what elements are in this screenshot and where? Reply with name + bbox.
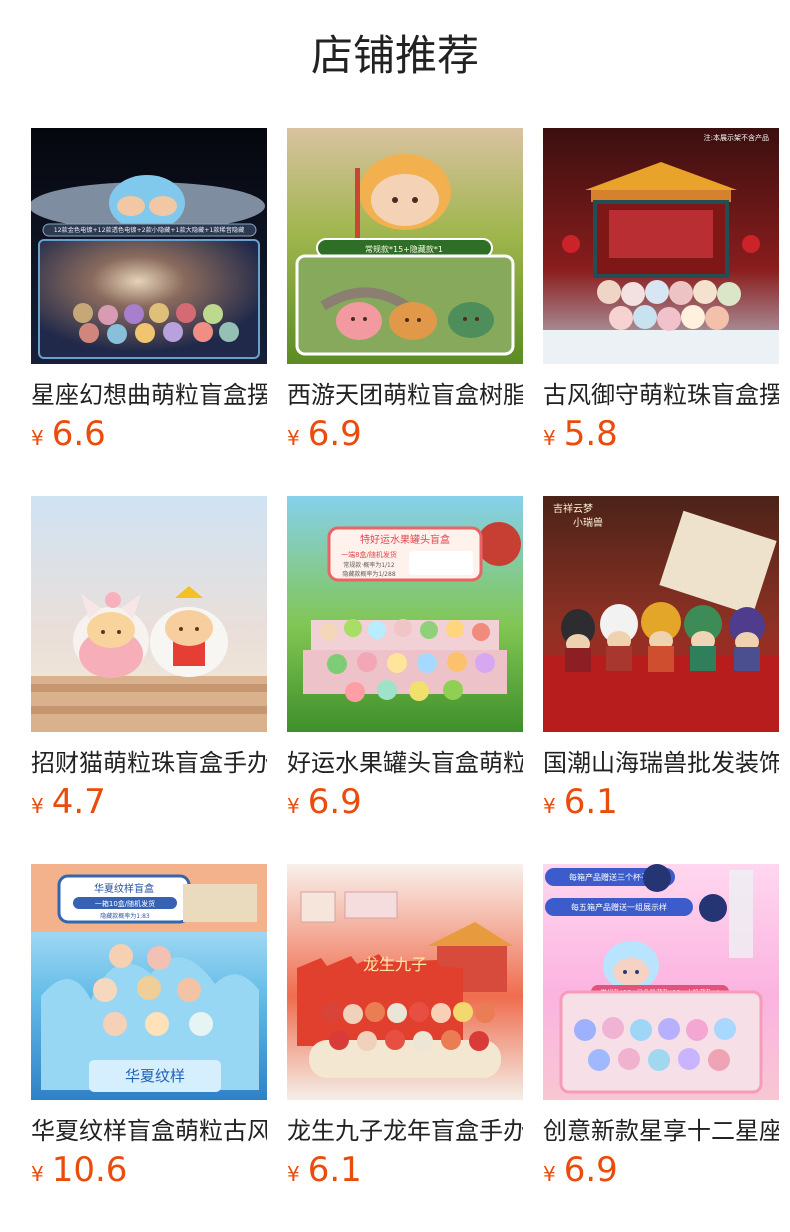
product-image-art	[31, 496, 267, 732]
product-image-caption: 华夏纹样	[125, 1067, 185, 1085]
product-price: 6.6	[51, 414, 106, 454]
price-row: ¥ 6.1	[543, 782, 779, 832]
currency-symbol: ¥	[543, 1162, 556, 1186]
product-name[interactable]: 西游天团萌粒盲盒树脂摆件	[287, 378, 523, 412]
product-name[interactable]: 龙生九子龙年盲盒手办摆件	[287, 1114, 523, 1148]
product-name[interactable]: 华夏纹样盲盒萌粒古风摆件	[31, 1114, 267, 1148]
product-image-caption: 吉祥云梦	[553, 502, 593, 515]
product-name[interactable]: 星座幻想曲萌粒盲盒摆件	[31, 378, 267, 412]
product-image-caption: 小瑞兽	[573, 516, 603, 529]
product-name[interactable]: 古风御守萌粒珠盲盒摆件	[543, 378, 779, 412]
product-card[interactable]: 每箱产品赠送三个杯子 每五箱产品赠送一组展示样 常规款*12+异色隐藏款*12+…	[543, 864, 779, 1232]
product-image[interactable]: 特好运水果罐头盲盒 一端8盒/随机发货 常规款·概率为1/12 隐藏款概率为1/…	[287, 496, 523, 732]
currency-symbol: ¥	[543, 426, 556, 450]
product-image-caption: 隐藏款概率为1/288	[342, 570, 395, 578]
product-card[interactable]: 华夏纹样盲盒 一箱10盒/随机发货 隐藏款概率为1:83 华夏纹样 华夏纹样盲盒…	[31, 864, 267, 1232]
currency-symbol: ¥	[31, 794, 44, 818]
product-image-art: 每箱产品赠送三个杯子 每五箱产品赠送一组展示样 常规款*12+异色隐藏款*12+…	[543, 864, 779, 1100]
price-row: ¥ 6.6	[31, 414, 267, 464]
product-image-art: 特好运水果罐头盲盒 一端8盒/随机发货 常规款·概率为1/12 隐藏款概率为1/…	[287, 496, 523, 732]
product-card[interactable]: 常规款*15+隐藏款*1 西游天团萌粒盲盒树脂摆件 ¥ 6.9	[287, 128, 523, 496]
product-image-art: 常规款*15+隐藏款*1	[287, 128, 523, 364]
product-image-caption: 常规款*15+隐藏款*1	[365, 244, 443, 254]
product-image-caption: 每五箱产品赠送一组展示样	[571, 902, 667, 912]
price-row: ¥ 6.9	[287, 414, 523, 464]
product-image-caption: 龙生九子	[363, 955, 427, 974]
product-image-caption: 一箱10盒/随机发货	[95, 899, 155, 908]
product-image-caption: 常规款·概率为1/12	[343, 561, 395, 569]
price-row: ¥ 6.9	[287, 782, 523, 832]
product-image[interactable]: 12款金色电镀+12款透色电镀+2款小隐藏+1款大隐藏+1款稀音隐藏	[31, 128, 267, 364]
currency-symbol: ¥	[31, 1162, 44, 1186]
currency-symbol: ¥	[543, 794, 556, 818]
product-image-caption: 特好运水果罐头盲盒	[360, 533, 450, 546]
product-card[interactable]: 吉祥云梦 小瑞兽 国潮山海瑞兽批发装饰 ¥ 6.1	[543, 496, 779, 864]
product-image[interactable]: 吉祥云梦 小瑞兽	[543, 496, 779, 732]
product-image[interactable]	[31, 496, 267, 732]
price-row: ¥ 5.8	[543, 414, 779, 464]
product-price: 6.1	[563, 782, 618, 822]
product-image-caption: 注:本展示架不含产品	[704, 133, 769, 142]
price-row: ¥ 4.7	[31, 782, 267, 832]
product-card[interactable]: 特好运水果罐头盲盒 一端8盒/随机发货 常规款·概率为1/12 隐藏款概率为1/…	[287, 496, 523, 864]
product-card[interactable]: 12款金色电镀+12款透色电镀+2款小隐藏+1款大隐藏+1款稀音隐藏 星座幻想曲…	[31, 128, 267, 496]
product-price: 6.9	[307, 782, 362, 822]
price-row: ¥ 6.1	[287, 1150, 523, 1200]
product-price: 6.1	[307, 1150, 362, 1190]
product-name[interactable]: 招财猫萌粒珠盲盒手办摆件	[31, 746, 267, 780]
currency-symbol: ¥	[287, 426, 300, 450]
product-price: 10.6	[51, 1150, 128, 1190]
currency-symbol: ¥	[287, 794, 300, 818]
product-image-art: 华夏纹样盲盒 一箱10盒/随机发货 隐藏款概率为1:83 华夏纹样	[31, 864, 267, 1100]
currency-symbol: ¥	[31, 426, 44, 450]
product-image[interactable]: 每箱产品赠送三个杯子 每五箱产品赠送一组展示样 常规款*12+异色隐藏款*12+…	[543, 864, 779, 1100]
product-image-art: 12款金色电镀+12款透色电镀+2款小隐藏+1款大隐藏+1款稀音隐藏	[31, 128, 267, 364]
product-image-caption: 华夏纹样盲盒	[94, 882, 154, 895]
product-name[interactable]: 创意新款星享十二星座盲盒	[543, 1114, 779, 1148]
product-image[interactable]: 华夏纹样盲盒 一箱10盒/随机发货 隐藏款概率为1:83 华夏纹样	[31, 864, 267, 1100]
product-grid: 12款金色电镀+12款透色电镀+2款小隐藏+1款大隐藏+1款稀音隐藏 星座幻想曲…	[31, 128, 779, 1232]
product-image-caption: 12款金色电镀+12款透色电镀+2款小隐藏+1款大隐藏+1款稀音隐藏	[54, 226, 245, 234]
product-image[interactable]: 龙生九子	[287, 864, 523, 1100]
price-row: ¥ 6.9	[543, 1150, 779, 1200]
product-name[interactable]: 好运水果罐头盲盒萌粒摆件	[287, 746, 523, 780]
product-price: 6.9	[307, 414, 362, 454]
product-image-art: 吉祥云梦 小瑞兽	[543, 496, 779, 732]
product-card[interactable]: 龙生九子 龙生九子龙年盲盒手办 ¥ 6.1	[287, 864, 523, 1232]
product-price: 5.8	[563, 414, 618, 454]
product-image-art: 注:本展示架不含产品	[543, 128, 779, 364]
price-row: ¥ 10.6	[31, 1150, 267, 1200]
product-image-art: 龙生九子	[287, 864, 523, 1100]
product-image[interactable]: 注:本展示架不含产品	[543, 128, 779, 364]
product-card[interactable]: 招财猫萌粒珠盲盒手办摆件 ¥ 4.7	[31, 496, 267, 864]
section-title: 店铺推荐	[310, 31, 479, 80]
product-image-caption: 每箱产品赠送三个杯子	[569, 872, 649, 882]
product-image[interactable]: 常规款*15+隐藏款*1	[287, 128, 523, 364]
product-card[interactable]: 注:本展示架不含产品 古风御守萌粒珠盲盒摆 ¥ 5.8	[543, 128, 779, 496]
product-price: 4.7	[51, 782, 106, 822]
product-price: 6.9	[563, 1150, 618, 1190]
product-name[interactable]: 国潮山海瑞兽批发装饰摆件	[543, 746, 779, 780]
recommendation-page: 店铺推荐 12款金色电镀+12款透色电镀+2款小隐藏+1款大隐藏+1款稀音隐藏 …	[0, 0, 790, 1232]
currency-symbol: ¥	[287, 1162, 300, 1186]
product-image-caption: 隐藏款概率为1:83	[100, 912, 150, 920]
product-image-caption: 一端8盒/随机发货	[341, 550, 397, 559]
